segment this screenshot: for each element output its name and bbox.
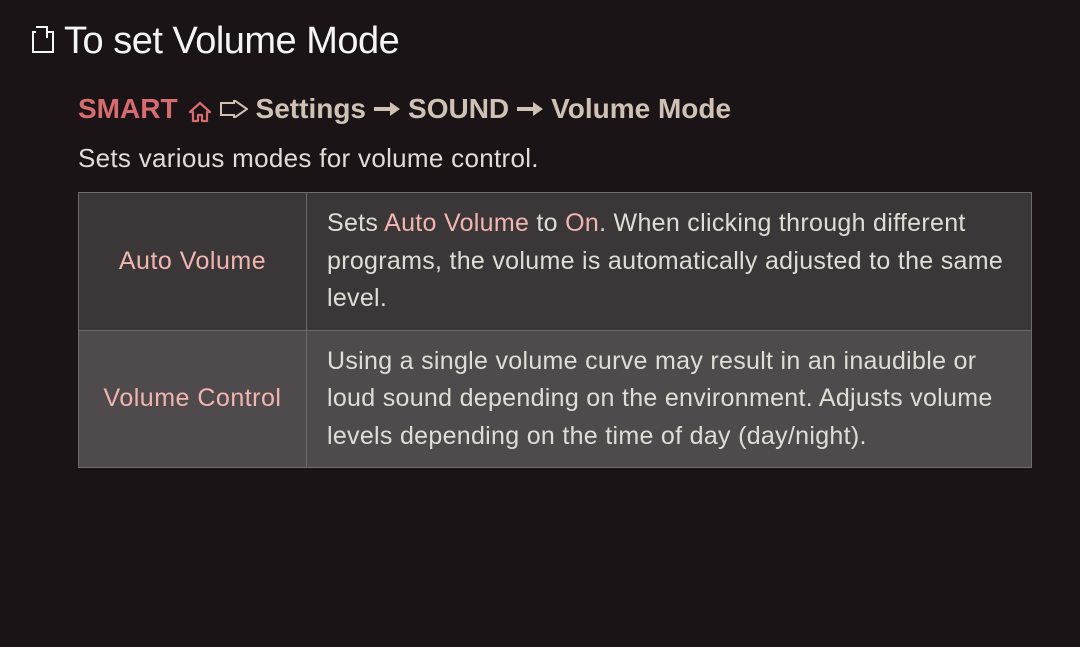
breadcrumb-sound: SOUND bbox=[408, 93, 509, 125]
settings-table: Auto Volume Sets Auto Volume to On. When… bbox=[78, 192, 1032, 468]
table-row: Volume Control Using a single volume cur… bbox=[79, 330, 1032, 468]
page-title: To set Volume Mode bbox=[64, 20, 399, 63]
row-description: Using a single volume curve may result i… bbox=[307, 330, 1032, 468]
breadcrumb-settings: Settings bbox=[256, 93, 366, 125]
highlight-text: On bbox=[565, 209, 599, 237]
page-description: Sets various modes for volume control. bbox=[78, 143, 1032, 174]
arrow-hollow-icon bbox=[220, 93, 248, 125]
table-row: Auto Volume Sets Auto Volume to On. When… bbox=[79, 193, 1032, 331]
row-label: Auto Volume bbox=[79, 193, 307, 331]
page-title-row: To set Volume Mode bbox=[28, 20, 1052, 63]
breadcrumb-volume-mode: Volume Mode bbox=[551, 93, 731, 125]
highlight-text: Auto Volume bbox=[384, 209, 529, 237]
arrow-icon bbox=[517, 101, 543, 117]
bullet-icon bbox=[32, 31, 54, 53]
arrow-icon bbox=[374, 101, 400, 117]
breadcrumb-smart: SMART bbox=[78, 93, 178, 125]
row-description: Sets Auto Volume to On. When clicking th… bbox=[307, 193, 1032, 331]
row-label: Volume Control bbox=[79, 330, 307, 468]
breadcrumb: SMART Settings SOUND bbox=[78, 93, 1032, 125]
home-icon bbox=[188, 98, 212, 120]
